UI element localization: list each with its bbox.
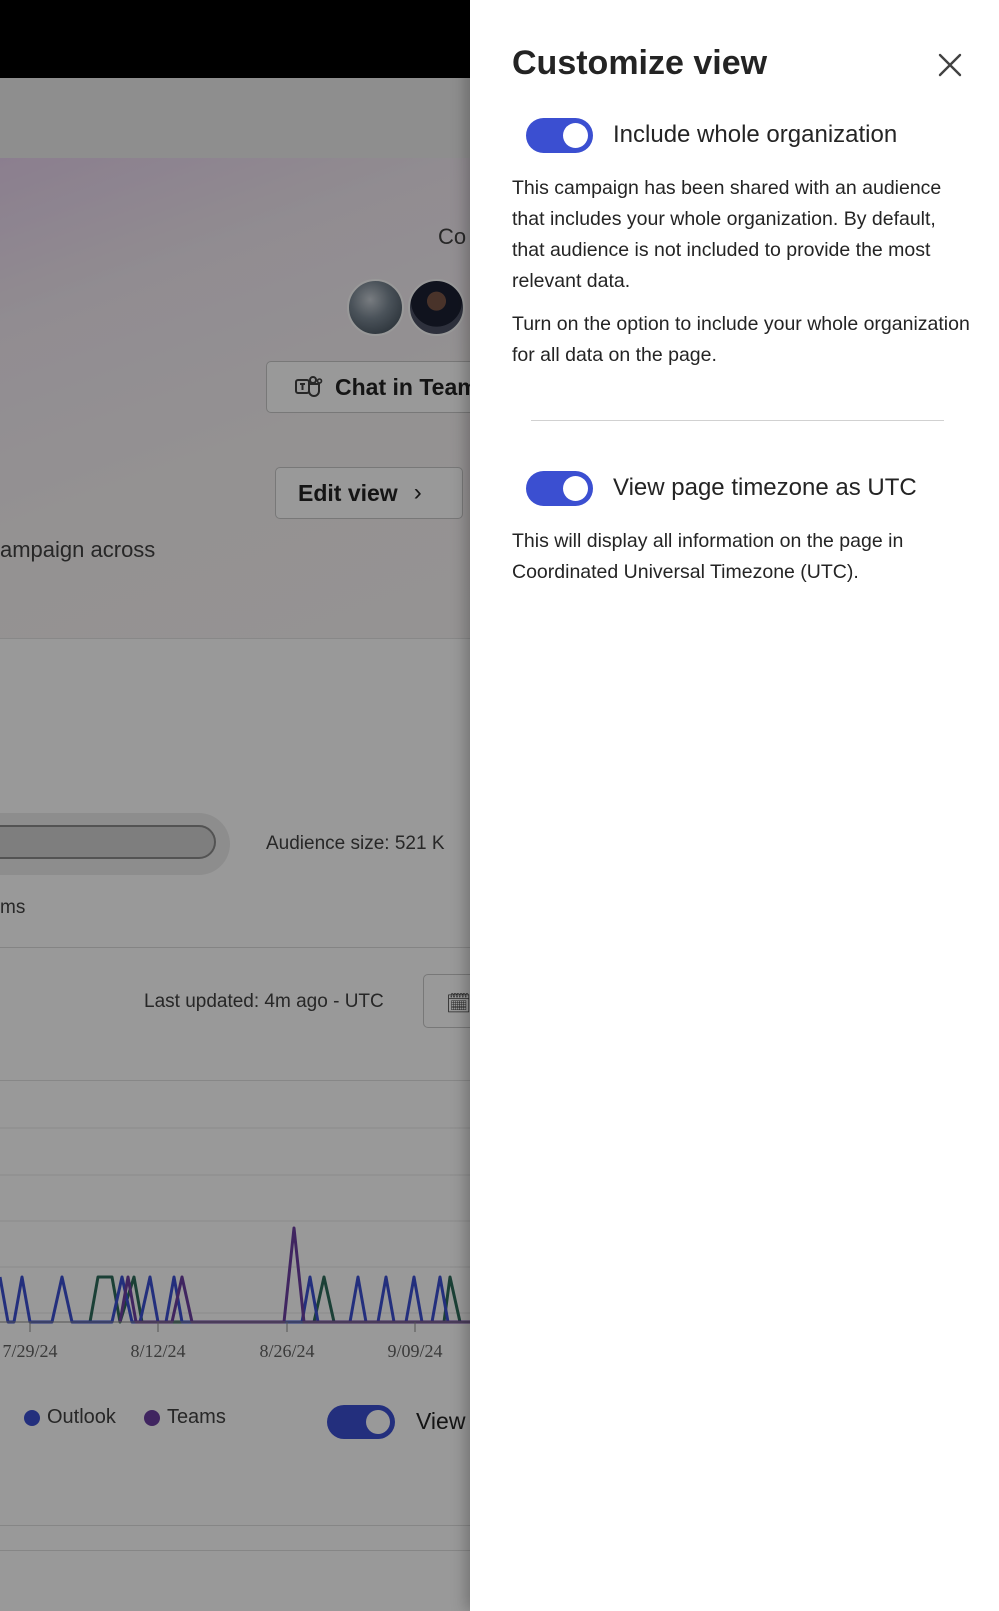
toggle-knob	[563, 122, 588, 148]
toggle-knob	[563, 475, 588, 501]
include-organization-label: Include whole organization	[613, 121, 898, 148]
modal-backdrop[interactable]	[0, 0, 470, 1611]
utc-timezone-description: This will display all information on the…	[512, 530, 904, 583]
include-organization-hint: Turn on the option to include your whole…	[512, 313, 970, 366]
utc-timezone-label: View page timezone as UTC	[613, 474, 917, 501]
option-include-organization: Include whole organization This campaign…	[512, 115, 972, 371]
option-header: View page timezone as UTC	[512, 468, 972, 508]
close-icon	[938, 53, 962, 77]
option-utc-timezone: View page timezone as UTC This will disp…	[512, 468, 972, 588]
utc-timezone-toggle[interactable]	[526, 470, 593, 506]
customize-view-panel: Customize view Include whole organizatio…	[470, 0, 999, 1611]
panel-title: Customize view	[512, 44, 768, 82]
option-header: Include whole organization	[512, 115, 972, 155]
include-organization-toggle[interactable]	[526, 117, 593, 153]
close-button[interactable]	[932, 47, 968, 83]
panel-divider	[531, 420, 944, 421]
include-organization-description: This campaign has been shared with an au…	[512, 177, 942, 292]
